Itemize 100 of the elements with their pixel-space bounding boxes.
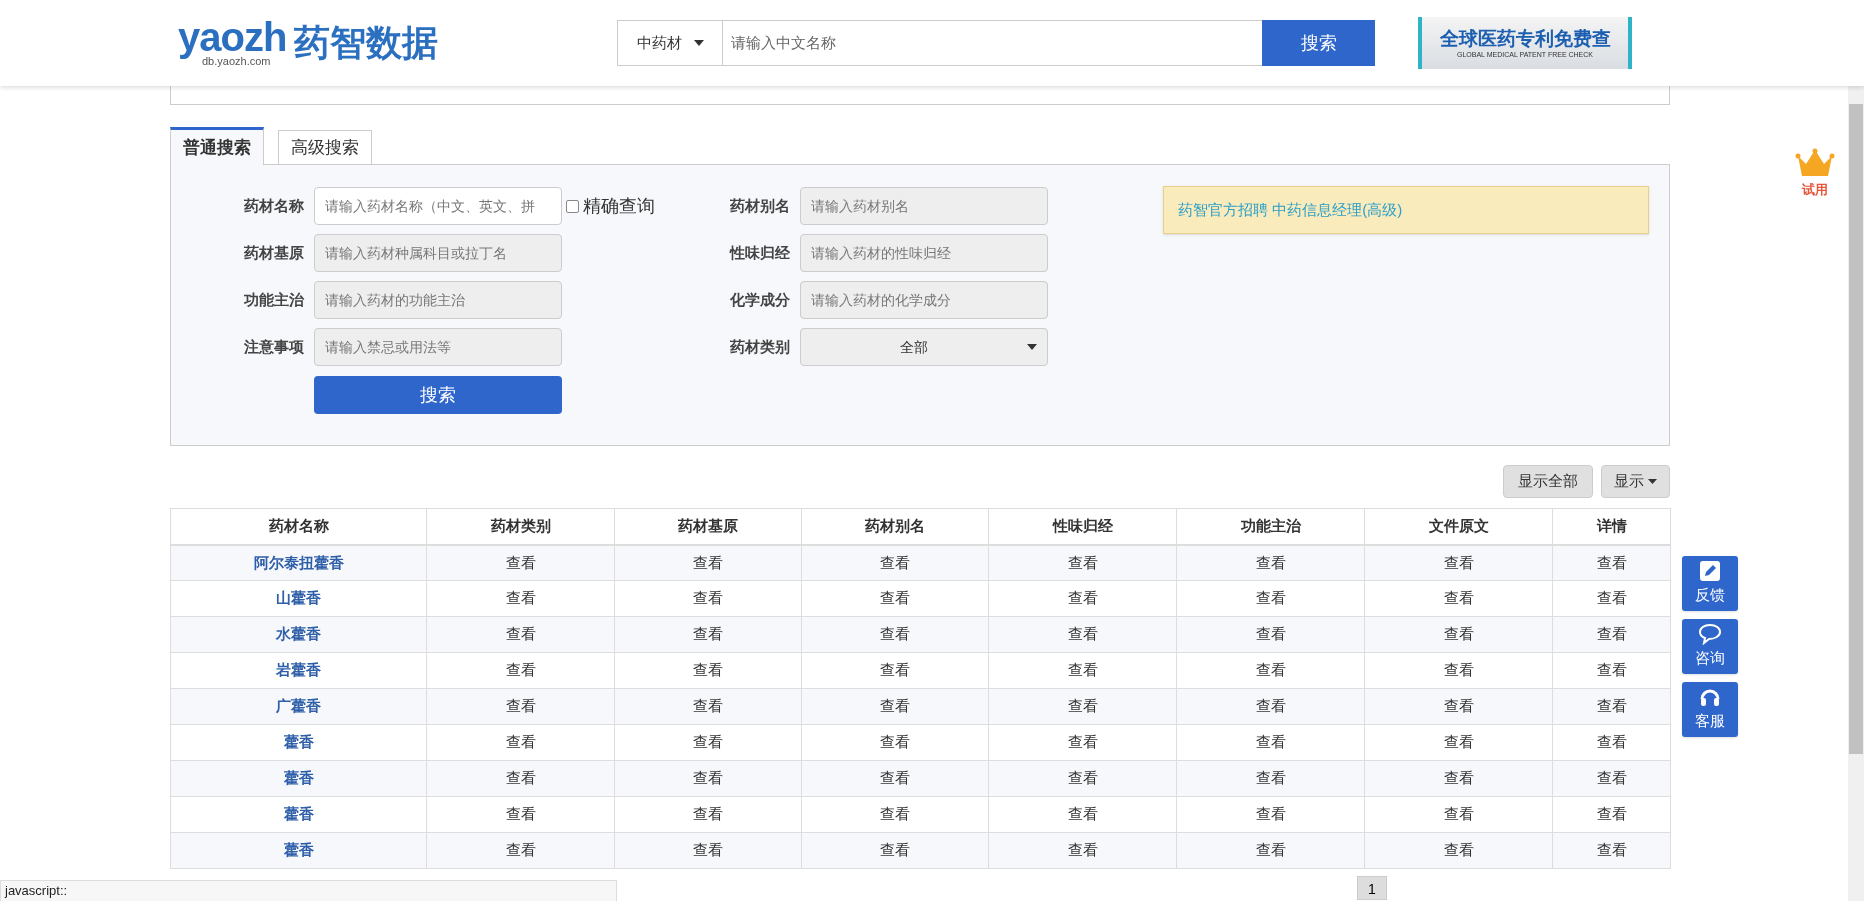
view-link[interactable]: 查看 xyxy=(1443,589,1474,607)
view-link[interactable]: 查看 xyxy=(1067,805,1098,823)
view-link[interactable]: 查看 xyxy=(1596,841,1627,859)
view-link[interactable]: 查看 xyxy=(1596,805,1627,823)
view-link[interactable]: 查看 xyxy=(693,805,723,823)
input-field[interactable]: 请输入药材种属科目或拉丁名 xyxy=(314,234,562,272)
view-link[interactable]: 查看 xyxy=(1255,589,1286,607)
trial-link[interactable]: 试用 xyxy=(1802,180,1828,200)
view-link[interactable]: 查看 xyxy=(505,733,536,751)
view-link[interactable]: 查看 xyxy=(1067,769,1098,787)
view-link[interactable]: 查看 xyxy=(505,661,536,679)
herb-name-link[interactable]: 山藿香 xyxy=(276,589,321,607)
view-link[interactable]: 查看 xyxy=(505,553,536,571)
view-link[interactable]: 查看 xyxy=(505,625,536,643)
view-link[interactable]: 查看 xyxy=(505,697,536,715)
view-link[interactable]: 查看 xyxy=(1443,625,1474,643)
category-select[interactable]: 全部 xyxy=(800,328,1048,366)
view-link[interactable]: 查看 xyxy=(1255,769,1286,787)
view-link[interactable]: 查看 xyxy=(1067,841,1098,859)
field-label: 注意事项 xyxy=(243,336,305,357)
herb-name-link[interactable]: 水藿香 xyxy=(276,625,321,643)
category-dropdown[interactable]: 中药材 xyxy=(617,20,723,66)
view-link[interactable]: 查看 xyxy=(1596,589,1627,607)
exact-match-checkbox[interactable]: 精确查询 xyxy=(566,192,655,220)
view-link[interactable]: 查看 xyxy=(880,841,910,859)
view-link[interactable]: 查看 xyxy=(693,553,723,571)
search-button[interactable]: 搜索 xyxy=(314,376,562,414)
view-link[interactable]: 查看 xyxy=(1443,553,1474,571)
view-link[interactable]: 查看 xyxy=(880,661,910,679)
herb-name-link[interactable]: 岩藿香 xyxy=(276,661,321,679)
view-link[interactable]: 查看 xyxy=(505,589,536,607)
view-link[interactable]: 查看 xyxy=(693,733,723,751)
column-header: 药材名称 xyxy=(170,508,427,545)
view-link[interactable]: 查看 xyxy=(880,589,910,607)
show-columns-button[interactable]: 显示 xyxy=(1601,465,1670,498)
herb-name-link[interactable]: 阿尔泰扭藿香 xyxy=(253,553,344,571)
input-field[interactable]: 请输入药材的性味归经 xyxy=(800,234,1048,272)
view-link[interactable]: 查看 xyxy=(1596,661,1627,679)
herb-name-link[interactable]: 藿香 xyxy=(283,841,314,859)
view-link[interactable]: 查看 xyxy=(693,625,723,643)
field-label: 性味归经 xyxy=(728,242,791,263)
scrollbar-thumb[interactable] xyxy=(1849,104,1863,754)
view-link[interactable]: 查看 xyxy=(693,589,723,607)
input-field[interactable]: 请输入药材的功能主治 xyxy=(314,281,562,319)
side-button[interactable]: 反馈 xyxy=(1682,556,1738,611)
view-link[interactable]: 查看 xyxy=(1255,841,1286,859)
input-field[interactable]: 请输入药材的化学成分 xyxy=(800,281,1048,319)
search-field[interactable]: 请输入中文名称 xyxy=(723,20,1262,66)
search-tab[interactable]: 高级搜索 xyxy=(278,130,372,164)
view-link[interactable]: 查看 xyxy=(1255,733,1286,751)
view-link[interactable]: 查看 xyxy=(1255,661,1286,679)
side-button[interactable]: 咨询 xyxy=(1682,619,1738,674)
show-all-button[interactable]: 显示全部 xyxy=(1503,465,1593,498)
input-field[interactable]: 请输入药材别名 xyxy=(800,187,1048,225)
view-link[interactable]: 查看 xyxy=(693,769,723,787)
input-field[interactable]: 请输入禁忌或用法等 xyxy=(314,328,562,366)
herb-name-link[interactable]: 广藿香 xyxy=(276,697,321,715)
page-number[interactable]: 1 xyxy=(1357,876,1387,900)
herb-name-link[interactable]: 藿香 xyxy=(283,733,314,751)
view-link[interactable]: 查看 xyxy=(1067,697,1098,715)
view-link[interactable]: 查看 xyxy=(880,625,910,643)
herb-name-link[interactable]: 藿香 xyxy=(283,805,314,823)
view-link[interactable]: 查看 xyxy=(693,661,723,679)
speech-bubble-icon xyxy=(1698,623,1722,646)
view-link[interactable]: 查看 xyxy=(880,805,910,823)
herb-name-link[interactable]: 藿香 xyxy=(283,769,314,787)
view-link[interactable]: 查看 xyxy=(880,553,910,571)
view-link[interactable]: 查看 xyxy=(1255,697,1286,715)
search-button[interactable]: 搜索 xyxy=(1262,20,1375,66)
view-link[interactable]: 查看 xyxy=(1067,553,1098,571)
view-link[interactable]: 查看 xyxy=(505,769,536,787)
search-tab[interactable]: 普通搜索 xyxy=(170,127,264,165)
view-link[interactable]: 查看 xyxy=(1443,841,1474,859)
view-link[interactable]: 查看 xyxy=(1067,589,1098,607)
view-link[interactable]: 查看 xyxy=(1067,625,1098,643)
view-link[interactable]: 查看 xyxy=(1596,733,1627,751)
view-link[interactable]: 查看 xyxy=(1443,697,1474,715)
view-link[interactable]: 查看 xyxy=(1255,805,1286,823)
view-link[interactable]: 查看 xyxy=(880,733,910,751)
view-link[interactable]: 查看 xyxy=(1443,769,1474,787)
view-link[interactable]: 查看 xyxy=(1255,553,1286,571)
column-header: 详情 xyxy=(1552,508,1671,545)
view-link[interactable]: 查看 xyxy=(880,769,910,787)
view-link[interactable]: 查看 xyxy=(1596,625,1627,643)
view-link[interactable]: 查看 xyxy=(693,841,723,859)
view-link[interactable]: 查看 xyxy=(1255,625,1286,643)
view-link[interactable]: 查看 xyxy=(693,697,723,715)
input-field[interactable]: 请输入药材名称（中文、英文、拼 xyxy=(314,187,562,225)
view-link[interactable]: 查看 xyxy=(1443,661,1474,679)
view-link[interactable]: 查看 xyxy=(1067,733,1098,751)
view-link[interactable]: 查看 xyxy=(505,805,536,823)
view-link[interactable]: 查看 xyxy=(505,841,536,859)
view-link[interactable]: 查看 xyxy=(1596,697,1627,715)
view-link[interactable]: 查看 xyxy=(880,697,910,715)
view-link[interactable]: 查看 xyxy=(1443,733,1474,751)
view-link[interactable]: 查看 xyxy=(1596,553,1627,571)
view-link[interactable]: 查看 xyxy=(1443,805,1474,823)
view-link[interactable]: 查看 xyxy=(1596,769,1627,787)
side-button[interactable]: 客服 xyxy=(1682,682,1738,737)
view-link[interactable]: 查看 xyxy=(1067,661,1098,679)
